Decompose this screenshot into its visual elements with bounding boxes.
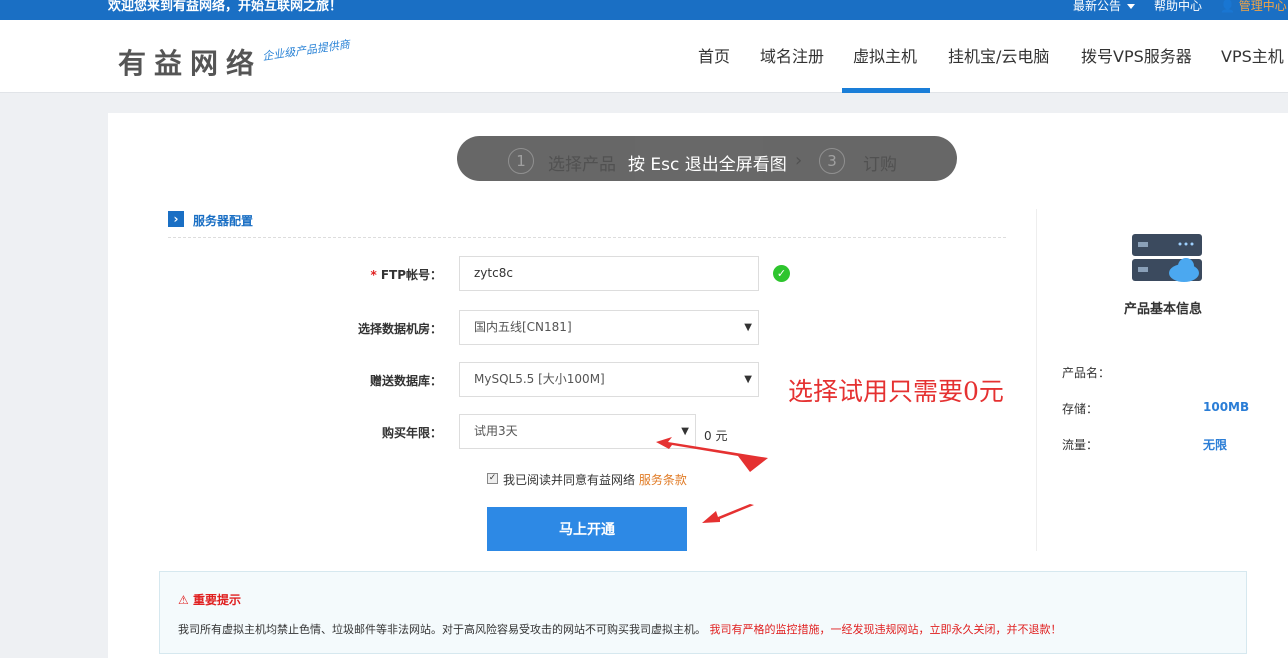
info-divider xyxy=(1036,209,1037,551)
step-number: 1 xyxy=(508,148,534,174)
site-logo[interactable]: 有益网络 xyxy=(118,42,262,82)
top-bar: 欢迎您来到有益网络，开始互联网之旅！ 最新公告 帮助中心 👤 管理中心 xyxy=(0,0,1288,20)
notice-menu[interactable]: 最新公告 xyxy=(1073,0,1136,13)
datacenter-label: 选择数据机房： xyxy=(357,322,442,336)
arrow-shape xyxy=(702,504,754,523)
nav-home[interactable]: 首页 xyxy=(698,20,730,93)
caret-down-icon: ▼ xyxy=(744,322,752,333)
site-slogan: 企业级产品提供商 xyxy=(261,37,351,64)
nav-active-indicator xyxy=(842,88,930,93)
period-value: 试用3天 xyxy=(474,424,518,438)
fullscreen-tip: 按 Esc 退出全屏看图 xyxy=(628,155,787,175)
agree-label: 我已阅读并同意有益网络 xyxy=(503,473,636,487)
period-label: 购买年限： xyxy=(381,426,442,440)
nav-virtual-host[interactable]: 虚拟主机 xyxy=(853,20,917,93)
ftp-label: * FTP帐号： xyxy=(282,266,442,283)
warning-red-text: 我司有严格的监控措施，一经发现违规网站，立即永久关闭，并不退款！ xyxy=(709,623,1062,636)
database-select[interactable]: MySQL5.5 [大小100M] ▼ xyxy=(459,362,759,397)
datacenter-select[interactable]: 国内五线[CN181] ▼ xyxy=(459,310,759,345)
traffic-label: 流量： xyxy=(1062,438,1099,452)
chevron-right-icon: › xyxy=(168,211,184,227)
warning-box xyxy=(159,571,1247,654)
notice-label: 最新公告 xyxy=(1073,0,1122,13)
warning-title: ⚠ 重要提示 xyxy=(178,591,241,608)
nav-cloud-pc[interactable]: 挂机宝/云电脑 xyxy=(948,20,1049,93)
arrow-shape xyxy=(656,437,768,472)
welcome-text: 欢迎您来到有益网络，开始互联网之旅！ xyxy=(108,0,343,14)
product-info-title: 产品基本信息 xyxy=(1124,302,1203,317)
database-label: 赠送数据库： xyxy=(369,374,442,388)
database-value: MySQL5.5 [大小100M] xyxy=(474,372,605,386)
nav-dial-vps[interactable]: 拨号VPS服务器 xyxy=(1081,20,1192,93)
required-mark: * xyxy=(370,268,377,282)
warning-text: 我司所有虚拟主机均禁止色情、垃圾邮件等非法网站。对于高风险容易受攻击的网站不可购… xyxy=(178,621,1062,637)
section-title: 服务器配置 xyxy=(193,214,254,228)
caret-down-icon: ▼ xyxy=(744,374,752,385)
site-header: 有益网络 企业级产品提供商 首页 域名注册 虚拟主机 挂机宝/云电脑 拨号VPS… xyxy=(0,20,1288,93)
step-label: 订购 xyxy=(863,155,897,175)
annotation-arrows xyxy=(656,437,768,523)
member-center-link[interactable]: 👤 管理中心 xyxy=(1220,0,1287,12)
server-cloud-icon xyxy=(1132,234,1202,282)
warning-icon: ⚠ xyxy=(178,593,189,607)
ftp-account-input[interactable]: zytc8c xyxy=(459,256,759,291)
user-icon: 👤 xyxy=(1220,0,1235,13)
warning-title-text: 重要提示 xyxy=(192,593,241,607)
datacenter-value: 国内五线[CN181] xyxy=(474,320,572,334)
storage-label: 存储： xyxy=(1062,402,1099,416)
warning-body: 我司所有虚拟主机均禁止色情、垃圾邮件等非法网站。对于高风险容易受攻击的网站不可购… xyxy=(178,623,706,636)
storage-value: 100MB xyxy=(1203,400,1250,414)
step-number: 3 xyxy=(819,148,845,174)
check-icon: ✓ xyxy=(773,265,790,282)
member-label: 管理中心 xyxy=(1238,0,1287,13)
ftp-label-text: FTP帐号： xyxy=(380,268,442,282)
divider xyxy=(168,237,1006,238)
nav-vps[interactable]: VPS主机 xyxy=(1221,20,1284,93)
agree-checkbox[interactable]: ✓ xyxy=(487,473,498,484)
annotation-text: 选择试用只需要0元 xyxy=(788,377,1004,406)
help-center-link[interactable]: 帮助中心 xyxy=(1154,0,1202,12)
traffic-value: 无限 xyxy=(1203,438,1228,452)
product-name-label: 产品名： xyxy=(1062,366,1111,380)
nav-domain[interactable]: 域名注册 xyxy=(760,20,824,93)
step-label: 选择产品 xyxy=(548,155,616,175)
chevron-right-icon: › xyxy=(795,150,803,171)
chevron-down-icon xyxy=(1127,4,1136,9)
